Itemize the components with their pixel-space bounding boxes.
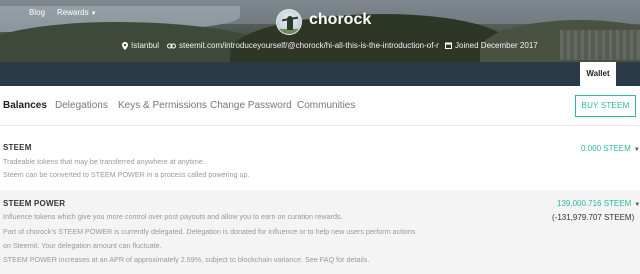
profile-username: chorock — [309, 11, 372, 28]
profile-website[interactable]: steemit.com/introduceyourself/@chorock/h… — [167, 41, 439, 53]
steem-description-1: Tradeable tokens that may be transferred… — [3, 157, 205, 166]
tab-balances[interactable]: Balances — [3, 100, 47, 111]
steem-power-balance-dropdown[interactable]: 139,000.716 STEEM ▼ — [557, 199, 640, 208]
section-divider — [0, 125, 640, 126]
nav-rewards-dropdown[interactable]: Rewards ▼ — [57, 8, 97, 17]
tab-change-password[interactable]: Change Password — [210, 100, 292, 111]
wallet-tabs: Balances Delegations Keys & Permissions … — [0, 96, 640, 116]
steem-balance-dropdown[interactable]: 0.000 STEEM ▼ — [581, 144, 640, 153]
profile-joined: Joined December 2017 — [445, 41, 538, 53]
chevron-down-icon: ▼ — [634, 202, 640, 208]
profile-location-text: Istanbul — [131, 41, 160, 50]
steem-power-description-2: Part of chorock's STEEM POWER is current… — [3, 227, 416, 236]
steem-power-description-4: STEEM POWER increases at an APR of appro… — [3, 255, 370, 264]
steem-power-delegated: (-131,979.707 STEEM) — [552, 213, 635, 222]
profile-joined-text: Joined December 2017 — [455, 41, 538, 50]
steem-power-balance: 139,000.716 STEEM — [557, 199, 632, 208]
profile-navbar — [0, 62, 640, 86]
steem-title: STEEM — [3, 143, 32, 152]
steem-balance: 0.000 STEEM — [581, 144, 631, 153]
map-pin-icon — [122, 41, 128, 50]
steem-power-title: STEEM POWER — [3, 199, 66, 208]
link-icon — [167, 43, 176, 49]
steem-power-description-3: on Steemit. Your delegation amount can f… — [3, 241, 162, 250]
chevron-down-icon: ▼ — [633, 147, 640, 153]
avatar[interactable] — [276, 9, 302, 35]
nav-blog[interactable]: Blog — [29, 8, 45, 17]
nav-wallet[interactable]: Wallet — [580, 62, 616, 86]
calendar-icon — [445, 42, 452, 50]
tab-keys-permissions[interactable]: Keys & Permissions — [118, 100, 207, 111]
tab-communities[interactable]: Communities — [297, 100, 355, 111]
steem-description-2: Steem can be converted to STEEM POWER in… — [3, 170, 250, 179]
profile-location: Istanbul — [122, 41, 159, 53]
chevron-down-icon: ▼ — [90, 11, 97, 17]
profile-website-link[interactable]: steemit.com/introduceyourself/@chorock/h… — [179, 41, 439, 50]
tab-delegations[interactable]: Delegations — [55, 100, 108, 111]
nav-rewards-label: Rewards — [57, 8, 89, 17]
buy-steem-button[interactable]: BUY STEEM — [575, 95, 636, 117]
steem-power-description-1: Influence tokens which give you more con… — [3, 212, 343, 221]
